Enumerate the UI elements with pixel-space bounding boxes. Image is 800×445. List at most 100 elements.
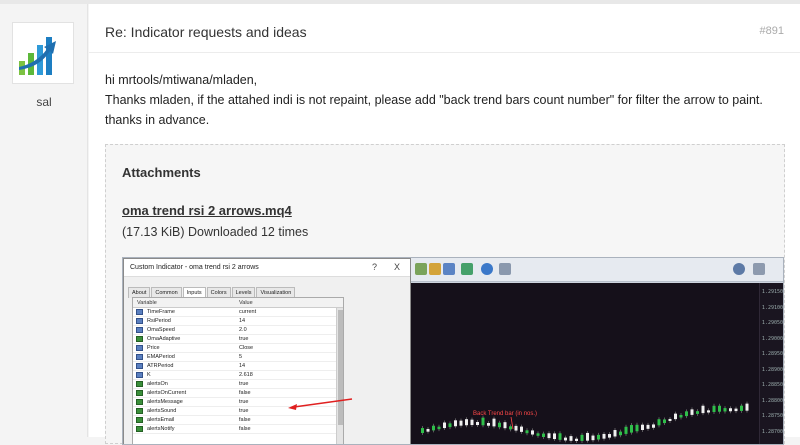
input-value[interactable]: 14: [239, 363, 245, 369]
input-name: ATRPeriod: [147, 363, 174, 369]
candle-body: [734, 408, 738, 412]
attachments-heading: Attachments: [122, 165, 201, 180]
numeric-param-icon: [136, 327, 143, 333]
boolean-param-icon: [136, 336, 143, 342]
input-name: alertsEmail: [147, 417, 175, 423]
search-icon: [733, 263, 745, 275]
input-row-alertson[interactable]: alertsOn true: [133, 380, 343, 389]
input-name: K: [147, 372, 151, 378]
price-tick: 1.29150: [761, 289, 783, 295]
input-value[interactable]: true: [239, 399, 248, 405]
dialog-title: Custom Indicator - oma trend rsi 2 arrow…: [124, 259, 410, 277]
input-row-k[interactable]: K 2.618: [133, 371, 343, 380]
candle-body: [575, 438, 578, 441]
input-value[interactable]: Close: [239, 345, 253, 351]
post-body: hi mrtools/mtiwana/mladen, Thanks mladen…: [105, 70, 795, 130]
input-name: alertsOn: [147, 381, 168, 387]
price-tick: 1.29050: [761, 320, 783, 326]
price-axis: 1.29150 1.29100 1.29050 1.29000 1.28950 1.289…: [759, 283, 783, 444]
input-name: TimeFrame: [147, 309, 175, 315]
dialog-help-button[interactable]: ?: [372, 262, 377, 272]
numeric-param-icon: [136, 354, 143, 360]
candle-body: [432, 425, 435, 431]
input-value[interactable]: false: [239, 390, 251, 396]
numeric-param-icon: [136, 345, 143, 351]
input-value[interactable]: 14: [239, 318, 245, 324]
candle-body: [624, 426, 628, 434]
input-value[interactable]: current: [239, 309, 256, 315]
input-value[interactable]: true: [239, 408, 248, 414]
candle-body: [443, 422, 446, 429]
candle-body: [564, 437, 567, 441]
input-value[interactable]: false: [239, 417, 251, 423]
chart-line-icon: [443, 263, 455, 275]
chart-annotation: Back Trend bar (in nos.): [473, 411, 538, 417]
input-value[interactable]: 5: [239, 354, 242, 360]
candle-body: [745, 403, 749, 411]
inputs-grid: Variable Value TimeFrame current RsiPeriod…: [132, 297, 344, 444]
input-row-price[interactable]: Price Close: [133, 344, 343, 353]
numeric-param-icon: [136, 309, 143, 315]
input-row-timeframe[interactable]: TimeFrame current: [133, 308, 343, 317]
post-number[interactable]: #891: [760, 25, 784, 37]
chart-bars-icon: [415, 263, 427, 275]
attached-screenshot[interactable]: Back Trend bar (in nos.) 1.29150 1.29100 1…: [122, 257, 784, 445]
price-tick: 1.28950: [761, 351, 783, 357]
candle-body: [426, 428, 430, 432]
input-value[interactable]: 2.618: [239, 372, 253, 378]
boolean-param-icon: [136, 381, 143, 387]
candle-body: [641, 424, 644, 431]
candle-body: [674, 413, 677, 420]
periods-icon: [481, 263, 493, 275]
candle-body: [498, 422, 501, 428]
input-name: RsiPeriod: [147, 318, 171, 324]
price-tick: 1.29100: [761, 304, 783, 311]
candle-body: [514, 425, 518, 431]
candle-body: [597, 434, 600, 440]
numeric-param-icon: [136, 372, 143, 378]
input-row-omaspeed[interactable]: OmaSpeed 2.0: [133, 326, 343, 335]
grid-scrollbar[interactable]: [336, 308, 343, 444]
dialog-close-button[interactable]: X: [394, 262, 400, 272]
input-value[interactable]: true: [239, 336, 248, 342]
post-title[interactable]: Re: Indicator requests and ideas: [105, 24, 307, 40]
username[interactable]: sal: [0, 95, 88, 109]
input-name: alertsMessage: [147, 399, 183, 405]
red-arrow-icon: [288, 398, 353, 410]
input-value[interactable]: true: [239, 381, 248, 387]
post-line-request: Thanks mladen, if the attahed indi is no…: [105, 93, 763, 107]
avatar[interactable]: [12, 22, 74, 84]
input-name: Price: [147, 345, 160, 351]
candle-body: [679, 414, 683, 418]
candle-body: [476, 421, 479, 426]
input-name: alertsOnCurrent: [147, 390, 187, 396]
candle-body: [503, 422, 507, 429]
candle-body: [448, 423, 452, 428]
input-row-alertsemail[interactable]: alertsEmail false: [133, 416, 343, 425]
input-row-atrperiod[interactable]: ATRPeriod 14: [133, 362, 343, 371]
candle-body: [487, 423, 490, 426]
attachment-file-link[interactable]: oma trend rsi 2 arrows.mq4: [122, 203, 292, 218]
candle-body: [509, 426, 512, 430]
chart-logo-icon: [19, 37, 56, 75]
input-row-omaadaptive[interactable]: OmaAdaptive true: [133, 335, 343, 344]
input-row-alertsnotify[interactable]: alertsNotify false: [133, 425, 343, 434]
input-name: alertsNotify: [147, 426, 175, 432]
input-row-emaperiod[interactable]: EMAPeriod 5: [133, 353, 343, 362]
input-value[interactable]: false: [239, 426, 251, 432]
attachments-box: Attachments oma trend rsi 2 arrows.mq4 (…: [105, 144, 785, 445]
post-line-thanks: thanks in advance.: [105, 113, 210, 127]
candle-body: [740, 405, 743, 411]
price-tick: 1.28900: [761, 366, 783, 373]
price-tick: 1.28750: [761, 413, 783, 419]
candle-body: [613, 430, 617, 437]
numeric-param-icon: [136, 318, 143, 324]
input-name: OmaSpeed: [147, 327, 175, 333]
boolean-param-icon: [136, 390, 143, 396]
col-variable: Variable: [137, 300, 157, 306]
input-row-rsiperiod[interactable]: RsiPeriod 14: [133, 317, 343, 326]
input-value[interactable]: 2.0: [239, 327, 247, 333]
candle-body: [608, 434, 611, 438]
boolean-param-icon: [136, 408, 143, 414]
candle-body: [481, 417, 485, 426]
